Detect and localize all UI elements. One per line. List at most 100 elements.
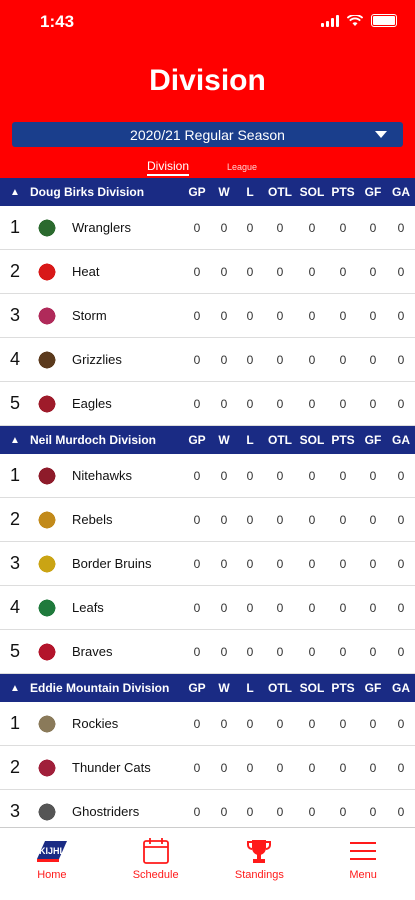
stat-l: 0 (246, 264, 254, 279)
tab-menu[interactable]: Menu (311, 828, 415, 900)
team-row[interactable]: 3 Storm 0 0 0 0 0 0 0 0 (0, 294, 415, 338)
stat-l: 0 (246, 396, 254, 411)
team-row[interactable]: 1 Rockies 0 0 0 0 0 0 0 0 (0, 702, 415, 746)
stat-w: 0 (220, 308, 228, 323)
stat-gp: 0 (193, 804, 201, 819)
team-name: Heat (72, 264, 100, 279)
stat-ga: 0 (397, 556, 405, 571)
season-select[interactable]: 2020/21 Regular Season (12, 122, 403, 147)
stat-gp: 0 (193, 468, 201, 483)
team-row[interactable]: 5 Eagles 0 0 0 0 0 0 0 0 (0, 382, 415, 426)
team-stats: 0 0 0 0 0 0 0 0 (183, 338, 415, 381)
stat-gf: 0 (369, 760, 377, 775)
column-header-sol: SOL (299, 433, 325, 447)
stat-sol: 0 (308, 264, 316, 279)
tab-standings[interactable]: Standings (208, 828, 312, 900)
stat-sol: 0 (308, 716, 316, 731)
team-stats: 0 0 0 0 0 0 0 0 (183, 702, 415, 745)
team-rank: 3 (9, 553, 20, 573)
team-name: Eagles (72, 396, 112, 411)
chevron-up-icon[interactable]: ▲ (0, 187, 30, 198)
team-row[interactable]: 4 Leafs 0 0 0 0 0 0 0 0 (0, 586, 415, 630)
tab-division[interactable]: Division (147, 159, 190, 176)
stat-otl: 0 (276, 396, 284, 411)
team-row[interactable]: 4 Grizzlies 0 0 0 0 0 0 0 0 (0, 338, 415, 382)
team-logo-icon (34, 258, 60, 285)
stat-ga: 0 (397, 264, 405, 279)
stat-ga: 0 (397, 468, 405, 483)
stat-pts: 0 (339, 644, 347, 659)
team-stats: 0 0 0 0 0 0 0 0 (183, 746, 415, 789)
column-header-gf: GF (364, 185, 382, 199)
battery-icon (371, 14, 397, 27)
stat-w: 0 (220, 512, 228, 527)
stat-sol: 0 (308, 804, 316, 819)
segment-tabs: Division League (0, 159, 415, 178)
column-header-gf: GF (364, 433, 382, 447)
stat-w: 0 (220, 352, 228, 367)
tab-bar: KIJHL Home Schedule Standings Menu (0, 827, 415, 900)
column-header-otl: OTL (268, 185, 292, 199)
stat-w: 0 (220, 804, 228, 819)
team-name: Leafs (72, 600, 104, 615)
column-header-ga: GA (392, 433, 410, 447)
column-header-sol: SOL (299, 681, 325, 695)
division-header[interactable]: ▲ Doug Birks Division GP W L OTL SOL PTS GF GA (0, 178, 415, 206)
team-stats: 0 0 0 0 0 0 0 0 (183, 206, 415, 249)
stat-gf: 0 (369, 308, 377, 323)
stat-otl: 0 (276, 308, 284, 323)
stat-gp: 0 (193, 264, 201, 279)
team-stats: 0 0 0 0 0 0 0 0 (183, 382, 415, 425)
team-row[interactable]: 3 Ghostriders 0 0 0 0 0 0 0 0 (0, 790, 415, 828)
tab-home[interactable]: KIJHL Home (0, 828, 104, 900)
team-name: Braves (72, 644, 113, 659)
stat-otl: 0 (276, 760, 284, 775)
division-header[interactable]: ▲ Neil Murdoch Division GP W L OTL SOL PTS GF GA (0, 426, 415, 454)
team-row[interactable]: 2 Thunder Cats 0 0 0 0 0 0 0 0 (0, 746, 415, 790)
team-logo-icon (34, 302, 60, 329)
stat-ga: 0 (397, 308, 405, 323)
chevron-up-icon[interactable]: ▲ (0, 683, 30, 694)
column-header-otl: OTL (268, 681, 292, 695)
team-row[interactable]: 2 Rebels 0 0 0 0 0 0 0 0 (0, 498, 415, 542)
team-row[interactable]: 2 Heat 0 0 0 0 0 0 0 0 (0, 250, 415, 294)
team-name: Storm (72, 308, 107, 323)
stat-pts: 0 (339, 600, 347, 615)
tab-schedule[interactable]: Schedule (104, 828, 208, 900)
team-rank: 4 (9, 349, 20, 369)
team-row[interactable]: 1 Nitehawks 0 0 0 0 0 0 0 0 (0, 454, 415, 498)
division-header[interactable]: ▲ Eddie Mountain Division GP W L OTL SOL PTS GF G… (0, 674, 415, 702)
stat-gp: 0 (193, 352, 201, 367)
team-row[interactable]: 5 Braves 0 0 0 0 0 0 0 0 (0, 630, 415, 674)
stat-ga: 0 (397, 512, 405, 527)
team-stats: 0 0 0 0 0 0 0 0 (183, 586, 415, 629)
tab-league[interactable]: League (227, 162, 257, 172)
team-stats: 0 0 0 0 0 0 0 0 (183, 542, 415, 585)
team-rank: 2 (9, 757, 20, 777)
column-header-ga: GA (392, 185, 410, 199)
tab-menu-label: Menu (349, 869, 377, 881)
stat-ga: 0 (397, 644, 405, 659)
standings-list[interactable]: ▲ Doug Birks Division GP W L OTL SOL PTS GF GA 1 Wr… (0, 178, 415, 828)
stat-pts: 0 (339, 760, 347, 775)
tab-home-label: Home (37, 869, 67, 881)
stat-ga: 0 (397, 600, 405, 615)
stat-otl: 0 (276, 264, 284, 279)
chevron-up-icon[interactable]: ▲ (0, 435, 30, 446)
status-time: 1:43 (40, 12, 75, 31)
stat-l: 0 (246, 716, 254, 731)
team-logo-icon (34, 346, 60, 373)
team-row[interactable]: 3 Border Bruins 0 0 0 0 0 0 0 0 (0, 542, 415, 586)
stat-gp: 0 (193, 396, 201, 411)
column-header-gp: GP (188, 185, 206, 199)
team-name: Thunder Cats (72, 760, 151, 775)
stat-l: 0 (246, 760, 254, 775)
team-name: Nitehawks (72, 468, 132, 483)
stat-sol: 0 (308, 556, 316, 571)
team-rank: 1 (9, 713, 20, 733)
team-rank: 1 (9, 465, 20, 485)
stat-pts: 0 (339, 804, 347, 819)
stat-otl: 0 (276, 468, 284, 483)
stat-w: 0 (220, 760, 228, 775)
team-row[interactable]: 1 Wranglers 0 0 0 0 0 0 0 0 (0, 206, 415, 250)
